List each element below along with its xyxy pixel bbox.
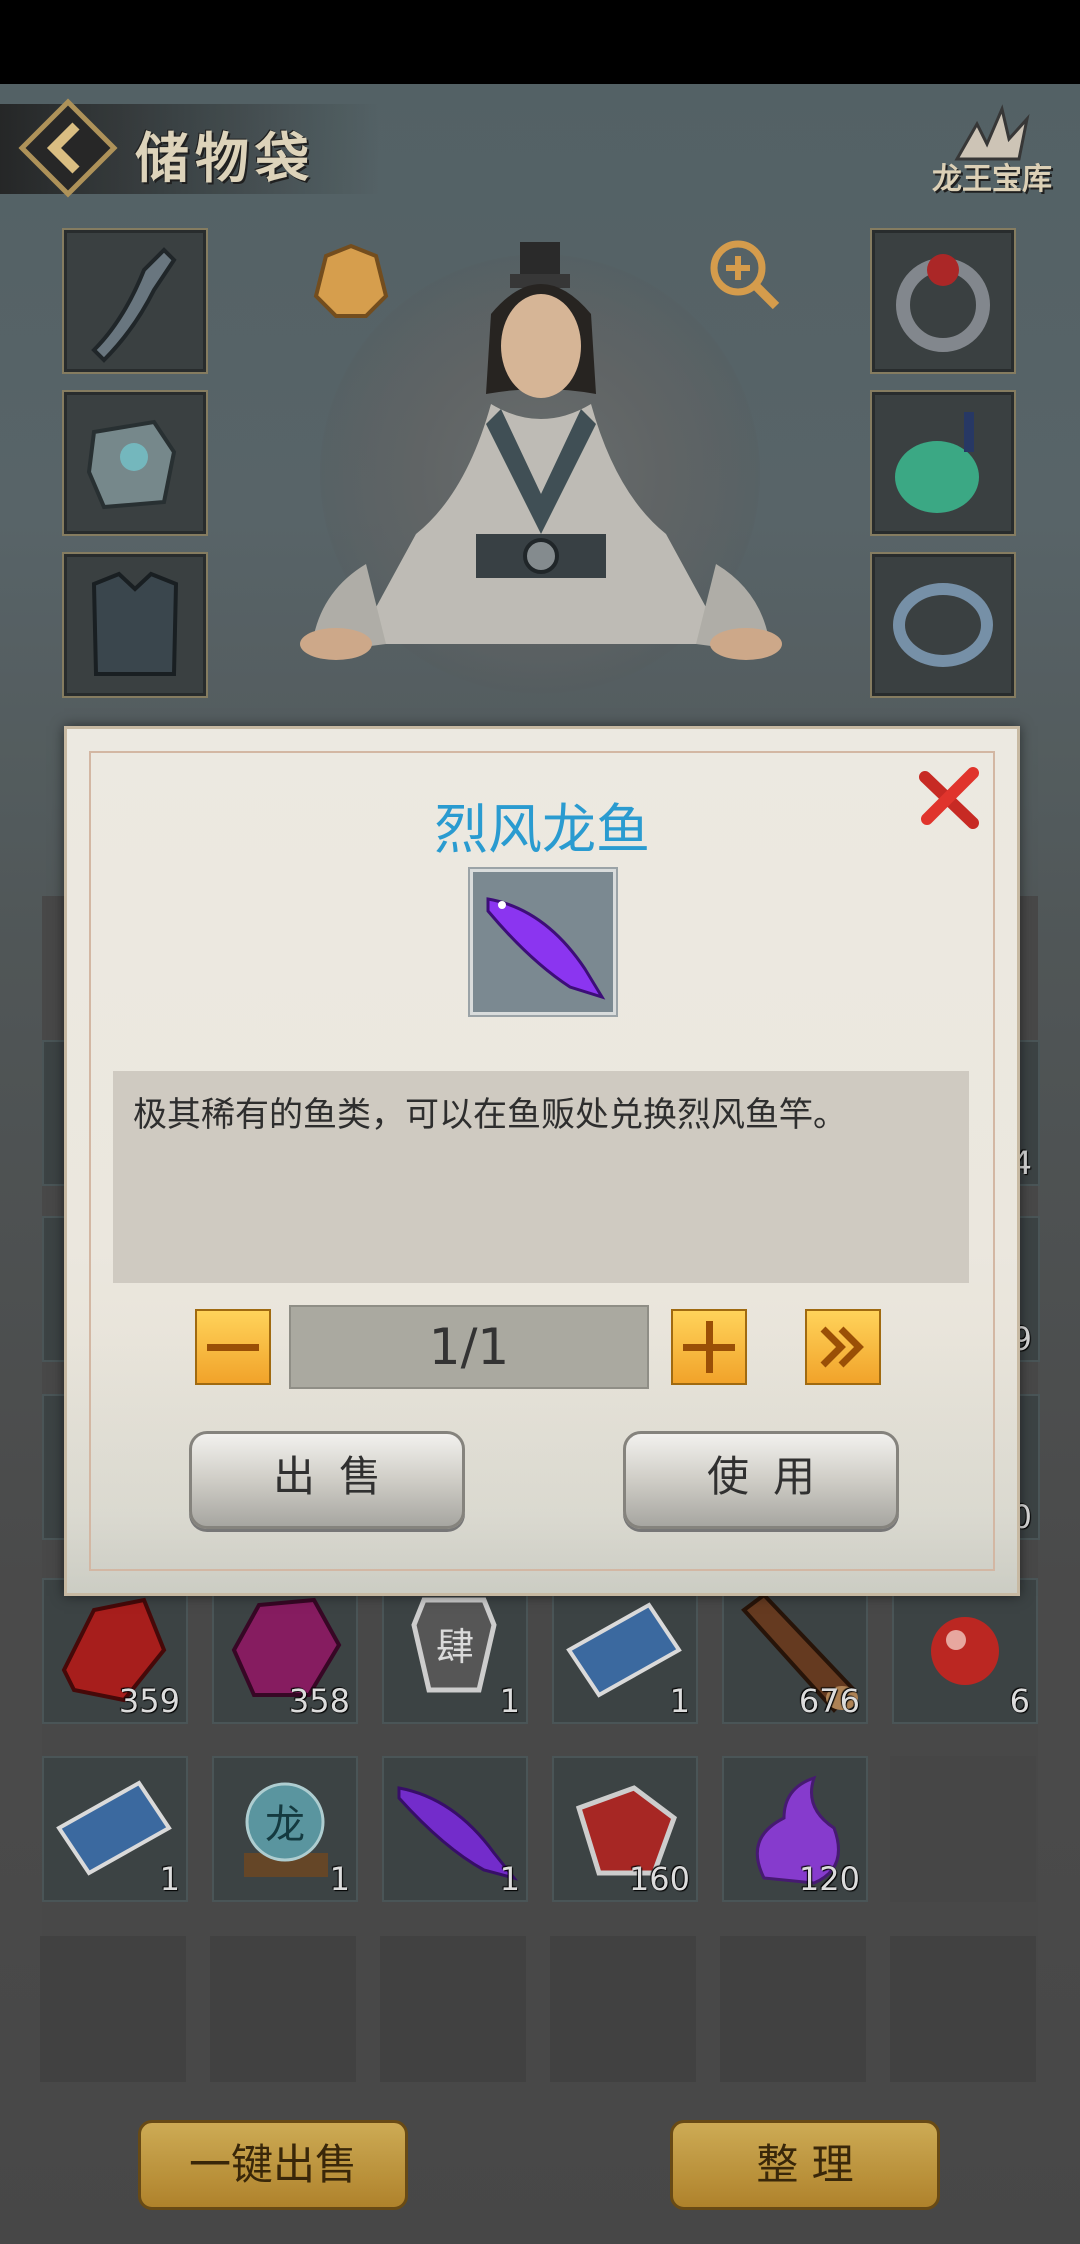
item-description: 极其稀有的鱼类，可以在鱼贩处兑换烈风鱼竿。: [133, 1095, 847, 1135]
item-detail-modal: 烈风龙鱼 极其稀有的鱼类，可以在鱼贩处兑换烈风鱼竿。 1/1 出售 使用: [64, 726, 1020, 1596]
increase-quantity-button[interactable]: [671, 1309, 747, 1385]
item-icon-frame: [468, 867, 618, 1017]
decrease-quantity-button[interactable]: [195, 1309, 271, 1385]
use-button[interactable]: 使用: [623, 1431, 899, 1529]
description-box: 极其稀有的鱼类，可以在鱼贩处兑换烈风鱼竿。: [113, 1071, 969, 1283]
minus-icon: [207, 1344, 259, 1351]
purple-arowana-icon: [486, 897, 606, 1000]
plus-icon: [683, 1321, 735, 1373]
item-name: 烈风龙鱼: [434, 798, 650, 861]
max-quantity-button[interactable]: [805, 1309, 881, 1385]
sell-button[interactable]: 出售: [189, 1431, 465, 1529]
quantity-display: 1/1: [289, 1305, 649, 1389]
close-button[interactable]: [917, 765, 983, 831]
close-icon: [919, 767, 979, 829]
double-chevron-right-icon: [820, 1326, 864, 1368]
